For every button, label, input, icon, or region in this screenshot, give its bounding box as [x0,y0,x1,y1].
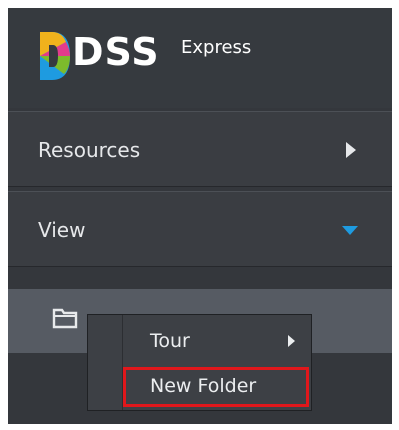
logo-subtitle: Express [181,37,252,58]
nav-view-label: View [38,218,86,242]
nav-view[interactable]: View [8,191,392,267]
logo-title: DSS [72,30,160,74]
app-logo: DSS Express [8,8,392,108]
nav-resources[interactable]: Resources [8,111,392,187]
menu-item-new-folder[interactable]: New Folder [88,365,311,409]
highlight-box [123,367,309,407]
folder-icon [52,308,78,329]
context-menu: Tour New Folder [87,314,312,411]
menu-item-tour-label: Tour [150,330,190,352]
chevron-down-icon [342,226,358,235]
sidebar-panel: DSS Express Resources View Tour New Fold… [8,8,392,424]
chevron-right-icon [346,142,356,158]
chevron-right-icon [288,335,295,347]
nav-resources-label: Resources [38,138,141,162]
menu-item-tour[interactable]: Tour [88,320,311,364]
dss-logo-mark-icon [40,32,70,80]
